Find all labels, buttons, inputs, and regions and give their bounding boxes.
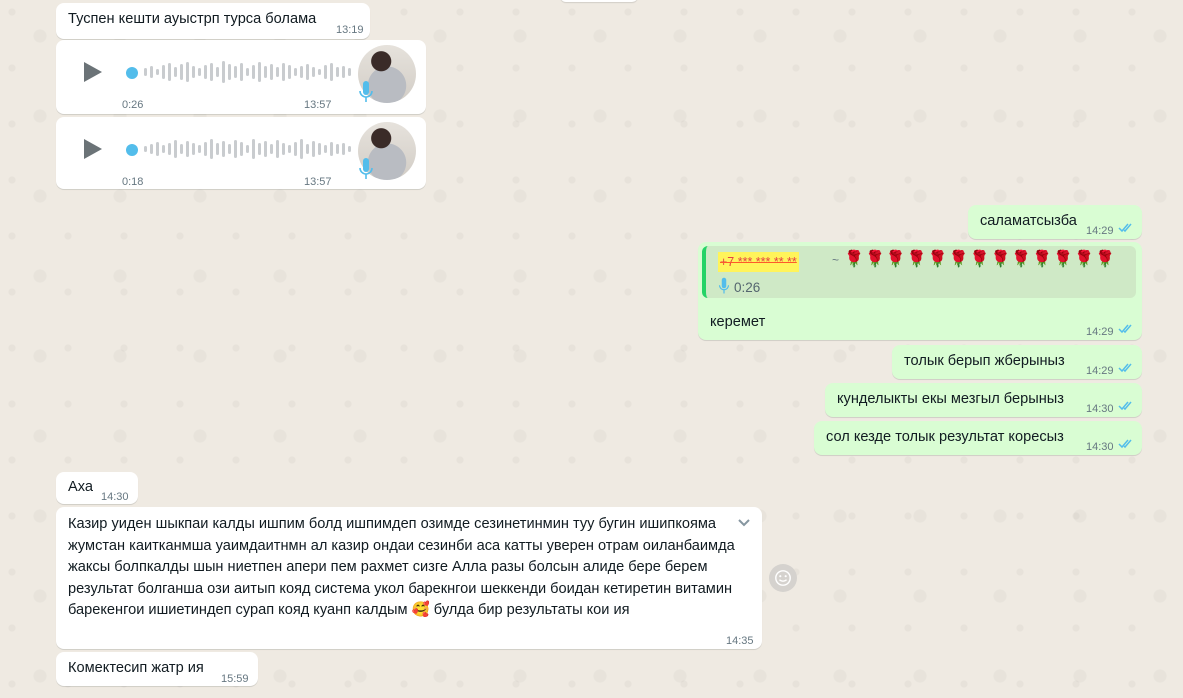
double-check-icon [1118,400,1134,411]
message-time: 13:57 [304,99,332,111]
message-outgoing[interactable]: сол кезде толык результат коресыз 14:30 [814,421,1142,455]
double-check-icon [1118,362,1134,373]
quoted-author-redacted: +7 *** *** ** ** [718,252,799,272]
message-outgoing-reply[interactable]: +7 *** *** ** ** ~ 🌹🌹🌹🌹🌹🌹🌹🌹🌹🌹🌹🌹🌹 0:26 кер… [698,242,1142,340]
message-text: кунделыкты екы мезгыл берыныз [837,391,1064,407]
double-check-icon [1118,438,1134,449]
message-outgoing[interactable]: толык берып жберыныз 14:29 [892,345,1142,379]
message-time: 14:30 [1086,403,1114,415]
message-time: 13:19 [336,24,364,36]
chevron-down-icon[interactable] [736,515,752,531]
message-text: саламатсызба [980,213,1077,229]
quoted-voice-duration: 0:26 [734,280,761,295]
voice-message[interactable]: 0:18 13:57 [56,117,426,189]
message-time: 14:30 [101,491,129,503]
microphone-icon [359,158,373,179]
quoted-author-prefix: ~ [832,253,841,267]
message-time: 14:29 [1086,225,1114,237]
voice-duration: 0:18 [122,176,144,188]
message-time: 15:59 [221,673,249,685]
play-icon[interactable] [80,137,104,161]
message-time: 14:29 [1086,365,1114,377]
message-text: керемет [710,314,766,330]
message-text: толык берып жберыныз [904,353,1065,369]
message-time: 13:57 [304,176,332,188]
message-incoming[interactable]: Комектесип жатр ия 15:59 [56,652,258,686]
message-incoming[interactable]: Казир уиден шыкпаи калды ишпим болд ишпи… [56,507,762,649]
voice-duration: 0:26 [122,99,144,111]
message-incoming[interactable]: Аха 14:30 [56,472,138,504]
message-time: 14:30 [1086,441,1114,453]
microphone-icon [359,81,373,102]
quoted-voice-message[interactable]: +7 *** *** ** ** ~ 🌹🌹🌹🌹🌹🌹🌹🌹🌹🌹🌹🌹🌹 0:26 [702,246,1136,298]
playback-progress-dot[interactable] [126,67,138,79]
message-outgoing[interactable]: кунделыкты екы мезгыл берыныз 14:30 [825,383,1142,417]
quoted-author-name: ~ 🌹🌹🌹🌹🌹🌹🌹🌹🌹🌹🌹🌹🌹 [832,250,1116,270]
microphone-icon [718,277,730,294]
message-text: сол кезде толык результат коресыз [826,429,1064,445]
message-time: 14:29 [1086,326,1114,338]
double-check-icon [1118,222,1134,233]
message-incoming[interactable]: Туспен кешти ауыстрп турса болама 13:19 [56,3,370,39]
date-pill [560,0,638,2]
message-text: Аха [68,479,93,495]
rose-emojis: 🌹🌹🌹🌹🌹🌹🌹🌹🌹🌹🌹🌹🌹 [844,251,1116,268]
voice-waveform[interactable] [144,60,351,84]
voice-waveform[interactable] [144,137,351,161]
message-text: Казир уиден шыкпаи калды ишпим болд ишпи… [68,516,735,618]
message-outgoing[interactable]: саламатсызба 14:29 [968,205,1142,239]
play-icon[interactable] [80,60,104,84]
playback-progress-dot[interactable] [126,144,138,156]
message-text: Туспен кешти ауыстрп турса болама [68,11,317,27]
double-check-icon [1118,323,1134,334]
message-text: Комектесип жатр ия [68,660,204,676]
voice-message[interactable]: 0:26 13:57 [56,40,426,114]
smiley-icon[interactable] [769,564,797,592]
message-time: 14:35 [726,635,754,647]
